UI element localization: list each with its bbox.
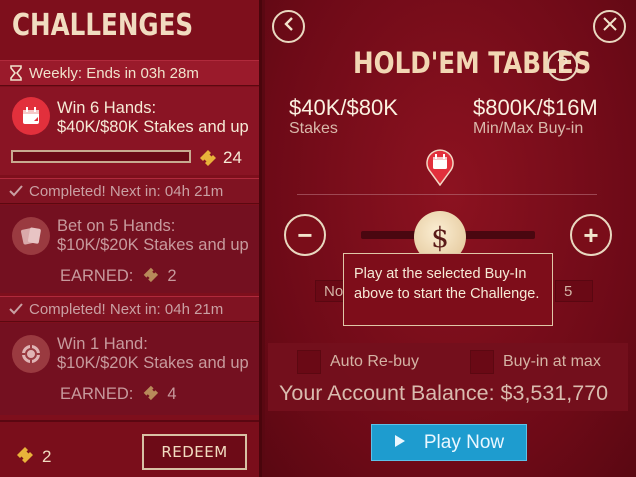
challenge-1-progress-bar — [11, 150, 191, 163]
ticket-balance: 2 — [14, 444, 51, 469]
chip-icon — [12, 335, 50, 373]
challenge-card-completed: Bet on 5 Hands: $10K/$20K Stakes and up … — [0, 205, 259, 293]
help-button[interactable]: ? — [547, 50, 578, 81]
holdem-tables-panel: HOLD'EM TABLES ? $40K/$80K Stakes $800K/… — [265, 0, 636, 477]
cards-icon — [12, 217, 50, 255]
challenge-card-active[interactable]: Win 6 Hands: $40K/$80K Stakes and up 24 — [0, 87, 259, 175]
stakes-label: Stakes — [289, 120, 338, 137]
challenge-1-line1: Win 6 Hands: — [57, 99, 157, 117]
play-icon — [394, 432, 406, 454]
challenges-panel: CHALLENGES Weekly: Ends in 03h 28m Win 6… — [0, 0, 262, 477]
challenge-3-line1: Win 1 Hand: — [57, 335, 148, 353]
ticket-icon — [141, 383, 159, 406]
weekly-header: Weekly: Ends in 03h 28m — [0, 60, 259, 86]
buyin-max-label: Buy-in at max — [503, 353, 601, 370]
earned-label: EARNED: — [60, 385, 134, 403]
checkmark-icon — [8, 301, 24, 317]
hourglass-icon — [8, 65, 24, 81]
play-now-label: Play Now — [423, 431, 505, 453]
challenges-title: CHALLENGES — [12, 8, 194, 43]
weekly-header-text: Weekly: Ends in 03h 28m — [29, 64, 199, 82]
challenge-2-line1: Bet on 5 Hands: — [57, 217, 176, 235]
chevron-left-icon — [282, 15, 296, 38]
stakes-value: $40K/$80K — [289, 95, 398, 120]
earned-value: 4 — [167, 385, 177, 403]
challenge-3-line2: $10K/$20K Stakes and up — [57, 354, 249, 372]
ticket-balance-value: 2 — [42, 446, 52, 466]
auto-rebuy-checkbox[interactable] — [297, 350, 321, 374]
completed-header-1-text: Completed! Next in: 04h 21m — [29, 182, 224, 200]
account-balance: Your Account Balance: $3,531,770 — [279, 381, 609, 405]
ticket-icon — [141, 265, 159, 288]
earned-value: 2 — [167, 267, 177, 285]
completed-header-2-text: Completed! Next in: 04h 21m — [29, 300, 224, 318]
challenge-2-earned: EARNED: 2 — [60, 265, 177, 288]
earned-label: EARNED: — [60, 267, 134, 285]
checkmark-icon — [8, 183, 24, 199]
play-now-button[interactable]: Play Now — [371, 424, 527, 461]
redeem-button[interactable]: REDEEM — [142, 434, 247, 470]
calendar-icon — [12, 97, 50, 135]
ticket-icon — [197, 147, 217, 172]
challenge-card-completed: Win 1 Hand: $10K/$20K Stakes and up EARN… — [0, 323, 259, 415]
challenge-marker-icon — [425, 148, 455, 187]
buyin-label: Min/Max Buy-in — [473, 120, 584, 137]
divider — [297, 194, 597, 195]
challenge-tooltip: Play at the selected Buy-In above to sta… — [343, 253, 553, 326]
close-icon — [602, 15, 618, 38]
challenge-2-line2: $10K/$20K Stakes and up — [57, 236, 249, 254]
back-button[interactable] — [272, 10, 305, 43]
challenge-1-reward: 24 — [223, 148, 242, 167]
increase-button[interactable]: + — [570, 214, 612, 256]
auto-rebuy-label: Auto Re-buy — [330, 353, 419, 370]
challenges-footer: 2 REDEEM — [0, 420, 259, 477]
decrease-button[interactable]: − — [284, 214, 326, 256]
max-buyin-box: 5 — [555, 280, 593, 302]
challenge-1-line2: $40K/$80K Stakes and up — [57, 118, 249, 136]
ticket-icon — [14, 444, 34, 469]
buyin-value: $800K/$16M — [473, 95, 598, 120]
buyin-max-checkbox[interactable] — [470, 350, 494, 374]
close-button[interactable] — [593, 10, 626, 43]
challenge-3-earned: EARNED: 4 — [60, 383, 177, 406]
completed-header-2: Completed! Next in: 04h 21m — [0, 296, 259, 322]
completed-header-1: Completed! Next in: 04h 21m — [0, 178, 259, 204]
